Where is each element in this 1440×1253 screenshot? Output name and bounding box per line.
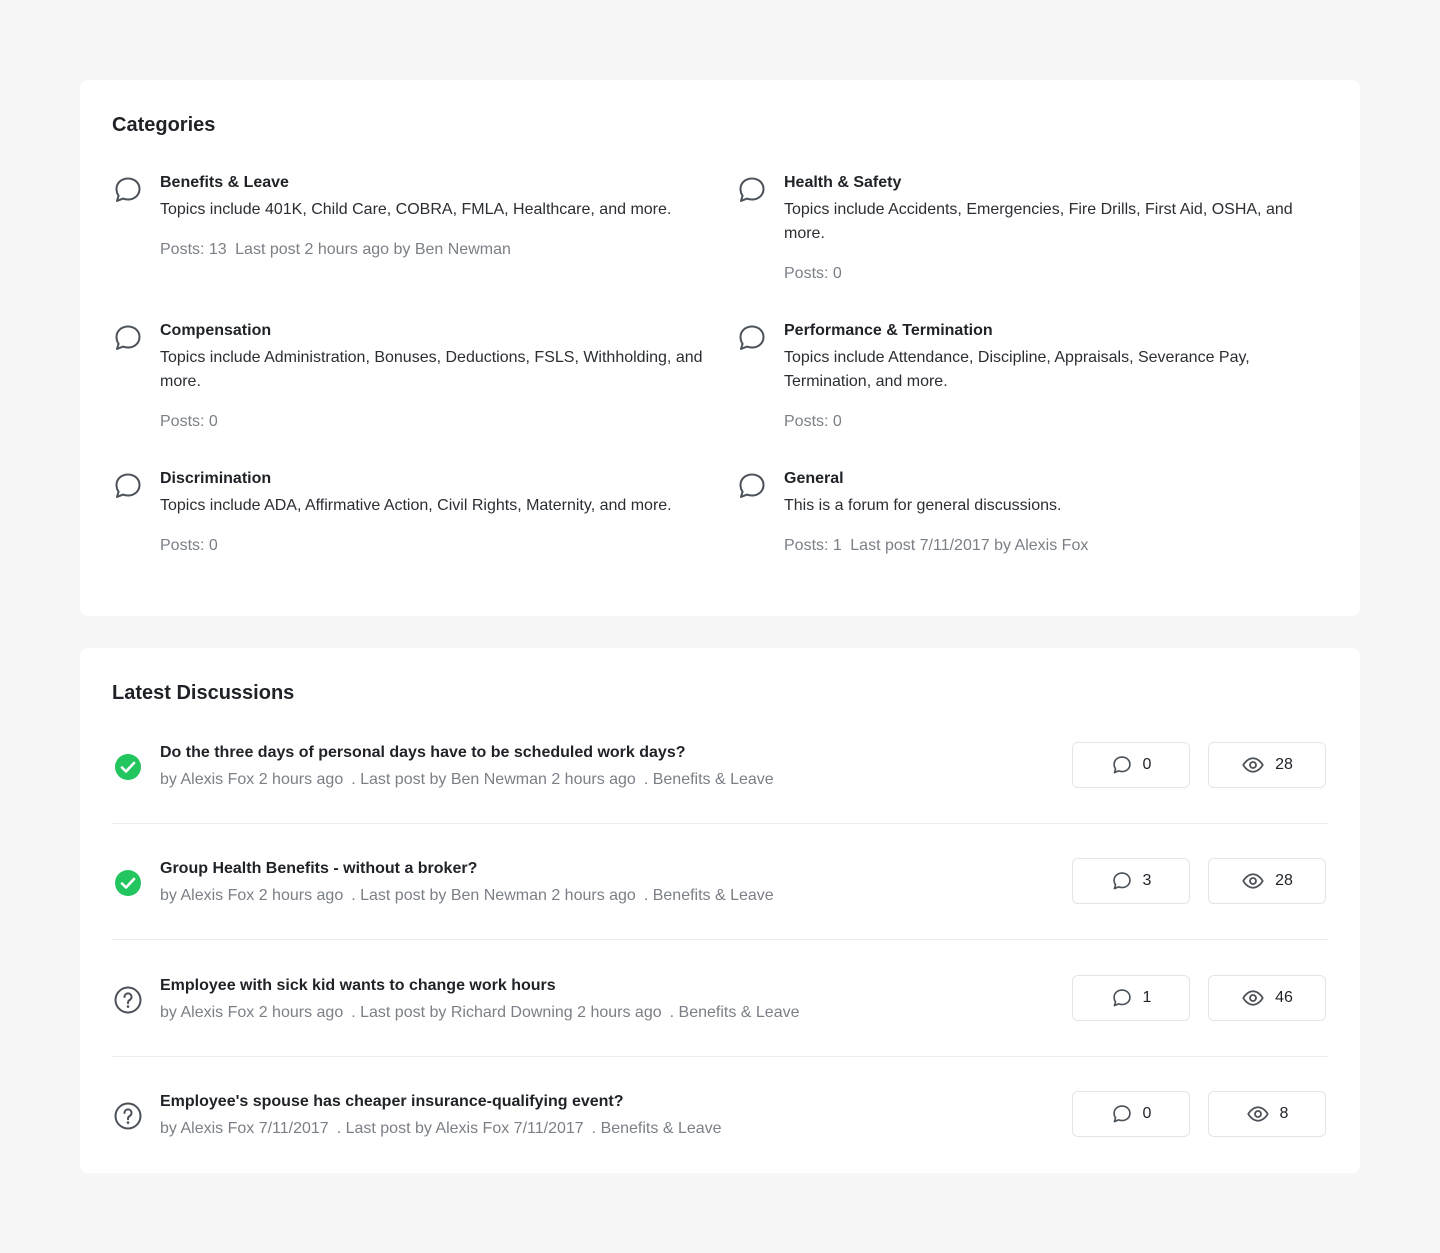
discussion-title[interactable]: Employee with sick kid wants to change w… <box>160 975 799 997</box>
categories-title: Categories <box>112 114 216 136</box>
chat-bubble-icon <box>739 325 765 350</box>
eye-icon <box>1242 990 1264 1006</box>
eye-icon <box>1246 1106 1269 1122</box>
category-description: Topics include Attendance, Discipline, A… <box>784 349 1250 390</box>
replies-count-button[interactable]: 3 <box>1072 858 1190 904</box>
discussion-category[interactable]: . Benefits & Leave <box>644 887 774 904</box>
category-name[interactable]: Benefits & Leave <box>160 172 708 194</box>
post-count: Posts: 13 <box>160 241 227 258</box>
post-count: Posts: 0 <box>160 413 218 430</box>
question-circle-icon <box>114 986 142 1014</box>
category-description: Topics include Administration, Bonuses, … <box>160 349 703 390</box>
replies-count: 1 <box>1142 989 1152 1006</box>
discussion-title[interactable]: Group Health Benefits - without a broker… <box>160 858 774 880</box>
category-name[interactable]: Compensation <box>160 320 708 342</box>
chat-bubble-icon <box>115 325 141 350</box>
views-count: 46 <box>1275 989 1293 1006</box>
replies-count: 0 <box>1142 756 1152 773</box>
chat-bubble-icon <box>1112 989 1131 1007</box>
chat-bubble-icon <box>1112 1105 1131 1123</box>
views-count-button[interactable]: 28 <box>1208 858 1326 904</box>
discussions-card: Latest Discussions Do the three days of … <box>80 648 1360 1173</box>
replies-count-button[interactable]: 1 <box>1072 975 1190 1021</box>
views-count-button[interactable]: 28 <box>1208 742 1326 788</box>
eye-icon <box>1242 873 1264 889</box>
discussion-category[interactable]: . Benefits & Leave <box>592 1120 722 1137</box>
post-count: Posts: 0 <box>784 265 842 282</box>
eye-icon <box>1242 757 1264 773</box>
category-name[interactable]: General <box>784 468 1332 490</box>
views-count: 28 <box>1275 872 1293 889</box>
discussion-title[interactable]: Do the three days of personal days have … <box>160 742 774 764</box>
views-count: 28 <box>1275 756 1293 773</box>
discussion-category[interactable]: . Benefits & Leave <box>644 771 774 788</box>
discussions-title: Latest Discussions <box>112 682 295 704</box>
category-name[interactable]: Discrimination <box>160 468 708 490</box>
replies-count-button[interactable]: 0 <box>1072 1091 1190 1137</box>
discussion-last-post: . Last post by Richard Downing 2 hours a… <box>351 1004 662 1021</box>
replies-count: 3 <box>1142 872 1152 889</box>
chat-bubble-icon <box>115 473 141 498</box>
views-count: 8 <box>1279 1105 1289 1122</box>
replies-count: 0 <box>1142 1105 1152 1122</box>
discussion-meta: by Alexis Fox 7/11/2017 . Last post by Al… <box>160 1117 722 1141</box>
discussion-meta: by Alexis Fox 2 hours ago . Last post by … <box>160 768 774 792</box>
discussion-last-post: . Last post by Ben Newman 2 hours ago <box>351 887 636 904</box>
category-description: Topics include 401K, Child Care, COBRA, … <box>160 201 672 218</box>
category-meta: Posts: 1 Last post 7/11/2017 by Alexis F… <box>784 534 1332 558</box>
last-post-info: Last post 7/11/2017 by Alexis Fox <box>850 537 1089 554</box>
discussion-author: by Alexis Fox 2 hours ago <box>160 1004 344 1021</box>
post-count: Posts: 1 <box>784 537 842 554</box>
question-circle-icon <box>114 1102 142 1130</box>
row-divider <box>112 939 1328 940</box>
views-count-button[interactable]: 8 <box>1208 1091 1326 1137</box>
category-name[interactable]: Health & Safety <box>784 172 1332 194</box>
category-meta: Posts: 13 Last post 2 hours ago by Ben N… <box>160 238 708 262</box>
row-divider <box>112 1056 1328 1057</box>
category-description: Topics include ADA, Affirmative Action, … <box>160 497 672 514</box>
check-circle-icon <box>115 870 141 896</box>
discussion-author: by Alexis Fox 2 hours ago <box>160 771 344 788</box>
discussion-last-post: . Last post by Ben Newman 2 hours ago <box>351 771 636 788</box>
views-count-button[interactable]: 46 <box>1208 975 1326 1021</box>
discussion-last-post: . Last post by Alexis Fox 7/11/2017 <box>336 1120 584 1137</box>
categories-card: Categories Benefits & Leave Topics inclu… <box>80 80 1360 616</box>
row-divider <box>112 823 1328 824</box>
chat-bubble-icon <box>739 177 765 202</box>
category-meta: Posts: 0 <box>784 262 1332 286</box>
category-description: Topics include Accidents, Emergencies, F… <box>784 201 1293 242</box>
category-meta: Posts: 0 <box>160 534 708 558</box>
chat-bubble-icon <box>1112 756 1131 774</box>
post-count: Posts: 0 <box>160 537 218 554</box>
chat-bubble-icon <box>739 473 765 498</box>
discussion-title[interactable]: Employee's spouse has cheaper insurance-… <box>160 1091 722 1113</box>
category-meta: Posts: 0 <box>784 410 1332 434</box>
replies-count-button[interactable]: 0 <box>1072 742 1190 788</box>
discussion-meta: by Alexis Fox 2 hours ago . Last post by … <box>160 1001 799 1025</box>
check-circle-icon <box>115 754 141 780</box>
post-count: Posts: 0 <box>784 413 842 430</box>
chat-bubble-icon <box>1112 872 1131 890</box>
discussion-category[interactable]: . Benefits & Leave <box>670 1004 800 1021</box>
discussion-author: by Alexis Fox 7/11/2017 <box>160 1120 329 1137</box>
chat-bubble-icon <box>115 177 141 202</box>
discussion-author: by Alexis Fox 2 hours ago <box>160 887 344 904</box>
category-meta: Posts: 0 <box>160 410 708 434</box>
category-description: This is a forum for general discussions. <box>784 497 1062 514</box>
last-post-info: Last post 2 hours ago by Ben Newman <box>235 241 511 258</box>
discussion-meta: by Alexis Fox 2 hours ago . Last post by … <box>160 884 774 908</box>
category-name[interactable]: Performance & Termination <box>784 320 1332 342</box>
